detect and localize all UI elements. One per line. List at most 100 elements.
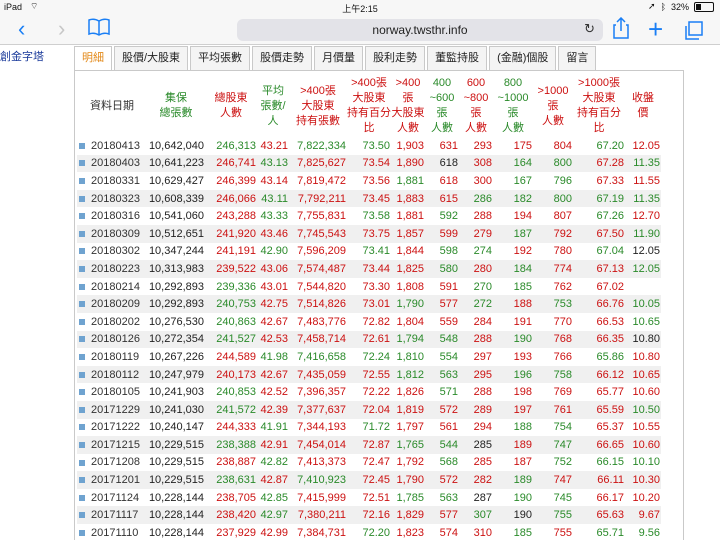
row-marker-icon[interactable] [79, 160, 85, 167]
table-cell: 7,377,637 [289, 400, 347, 419]
column-header-0[interactable]: 資料日期 [77, 75, 147, 137]
table-cell: 1,794 [391, 330, 425, 349]
row-marker-icon[interactable] [79, 178, 85, 185]
row-marker-icon[interactable] [79, 406, 85, 413]
table-row: 20180413 10,642,040 246,313 43.21 7,822,334 7… [77, 137, 661, 155]
row-marker-icon[interactable] [79, 354, 85, 361]
tab-6[interactable]: 董監持股 [427, 46, 488, 70]
table-cell: 10.60 [625, 436, 661, 454]
table-cell: 72.04 [347, 400, 391, 419]
row-marker-icon[interactable] [79, 459, 85, 466]
table-cell: 67.19 [573, 189, 625, 208]
column-header-5[interactable]: >400張 大股東 持有百分比 [347, 75, 391, 137]
row-marker-icon[interactable] [79, 389, 85, 396]
table-cell: 274 [473, 245, 492, 258]
row-marker-icon[interactable] [79, 318, 85, 325]
table-cell: 598 [439, 245, 458, 258]
reload-icon[interactable]: ↻ [584, 21, 595, 37]
table-cell: 1,903 [396, 139, 424, 152]
table-cell: 42.75 [257, 295, 289, 313]
share-icon[interactable] [613, 16, 629, 47]
tab-1[interactable]: 股價/大股東 [114, 46, 189, 70]
row-marker-icon[interactable] [79, 266, 85, 273]
column-header-3[interactable]: 平均 張數/人 [257, 75, 289, 137]
tab-7[interactable]: (金融)個股 [489, 46, 557, 70]
table-cell: 287 [473, 491, 492, 504]
row-date-cell: 20171215 [77, 436, 147, 454]
table-cell: 73.75 [347, 224, 391, 243]
column-header-1[interactable]: 集保 總張數 [147, 75, 205, 137]
address-bar[interactable]: norway.twsthr.info ↻ [237, 19, 603, 41]
table-cell: 73.58 [362, 210, 390, 223]
table-cell: 7,819,472 [297, 174, 346, 187]
row-marker-icon[interactable] [79, 248, 85, 255]
table-cell: 7,544,820 [297, 280, 346, 293]
table-cell: 192 [513, 245, 532, 258]
row-date-cell: 20180316 [77, 207, 147, 225]
column-header-12[interactable]: 收盤價 [625, 75, 661, 137]
table-cell: 792 [533, 224, 573, 243]
row-marker-icon[interactable] [79, 371, 85, 378]
table-cell: 240,173 [205, 365, 257, 384]
tab-0[interactable]: 明細 [74, 46, 112, 70]
tab-5[interactable]: 股利走勢 [365, 46, 426, 70]
table-cell: 9.67 [625, 506, 661, 525]
row-date: 20180119 [91, 350, 140, 363]
table-cell: 187 [493, 224, 533, 243]
row-marker-icon[interactable] [79, 301, 85, 308]
tab-8[interactable]: 留言 [558, 46, 597, 70]
table-body: 20180413 10,642,040 246,313 43.21 7,822,334 7… [77, 137, 661, 540]
row-marker-icon[interactable] [79, 195, 85, 202]
sidebar-link[interactable]: 創金字塔 [0, 48, 44, 64]
row-marker-icon[interactable] [79, 494, 85, 501]
column-header-11[interactable]: >1000張 大股東 持有百分比 [573, 75, 625, 137]
row-date: 20180331 [91, 174, 140, 187]
tabs-overview-icon[interactable] [684, 19, 704, 49]
row-marker-icon[interactable] [79, 477, 85, 484]
column-header-10[interactable]: >1000 張人數 [533, 75, 573, 137]
table-cell: 67.33 [596, 174, 624, 187]
table-panel: 資料日期 集保 總張數 總股東 人數 平均 張數/人 >400張 大股東 持有張數 >400張 大股東… [74, 71, 684, 540]
row-marker-icon[interactable] [79, 283, 85, 290]
table-cell: 762 [553, 280, 572, 293]
table-row: 20171201 10,229,515 238,631 42.87 7,410,923 7… [77, 471, 661, 489]
table-row: 20180214 10,292,893 239,336 43.01 7,544,820 7… [77, 278, 661, 296]
table-cell: 193 [513, 350, 532, 363]
forward-button[interactable]: › [58, 14, 65, 44]
table-cell: 73.50 [362, 139, 390, 152]
tab-4[interactable]: 月價量 [314, 46, 364, 70]
row-marker-icon[interactable] [79, 230, 85, 237]
bookmarks-icon[interactable] [88, 17, 110, 47]
row-marker-icon[interactable] [79, 142, 85, 149]
table-cell: 241,527 [205, 330, 257, 349]
back-button[interactable]: ‹ [18, 14, 25, 44]
row-marker-icon[interactable] [79, 336, 85, 343]
row-date: 20180309 [91, 227, 140, 240]
tab-3[interactable]: 股價走勢 [252, 46, 313, 70]
new-tab-button[interactable]: + [648, 14, 663, 44]
table-cell: 1,819 [391, 400, 425, 419]
column-header-2[interactable]: 總股東 人數 [205, 75, 257, 137]
table-cell: 7,792,211 [289, 189, 347, 208]
row-marker-icon[interactable] [79, 529, 85, 536]
row-marker-icon[interactable] [79, 441, 85, 448]
table-cell: 288 [473, 210, 492, 223]
column-header-9[interactable]: 800 ~1000 張人數 [493, 75, 533, 137]
row-marker-icon[interactable] [79, 213, 85, 220]
column-header-6[interactable]: >400 張大股東 人數 [391, 75, 425, 137]
column-header-4[interactable]: >400張 大股東 持有張數 [289, 75, 347, 137]
row-date-cell: 20171222 [77, 419, 147, 437]
table-cell: 42.67 [257, 365, 289, 384]
row-marker-icon[interactable] [79, 512, 85, 519]
column-header-7[interactable]: 400 ~600 張人數 [425, 75, 459, 137]
table-cell: 10.10 [632, 456, 660, 469]
column-header-8[interactable]: 600 ~800 張人數 [459, 75, 493, 137]
table-cell: 42.53 [257, 330, 289, 349]
row-marker-icon[interactable] [79, 424, 85, 431]
table-cell: 66.15 [596, 456, 624, 469]
row-date: 20180413 [91, 139, 140, 152]
row-date-cell: 20180119 [77, 348, 147, 366]
table-cell: 10.60 [632, 386, 660, 399]
tab-2[interactable]: 平均張數 [190, 46, 251, 70]
row-date: 20180214 [91, 280, 140, 293]
